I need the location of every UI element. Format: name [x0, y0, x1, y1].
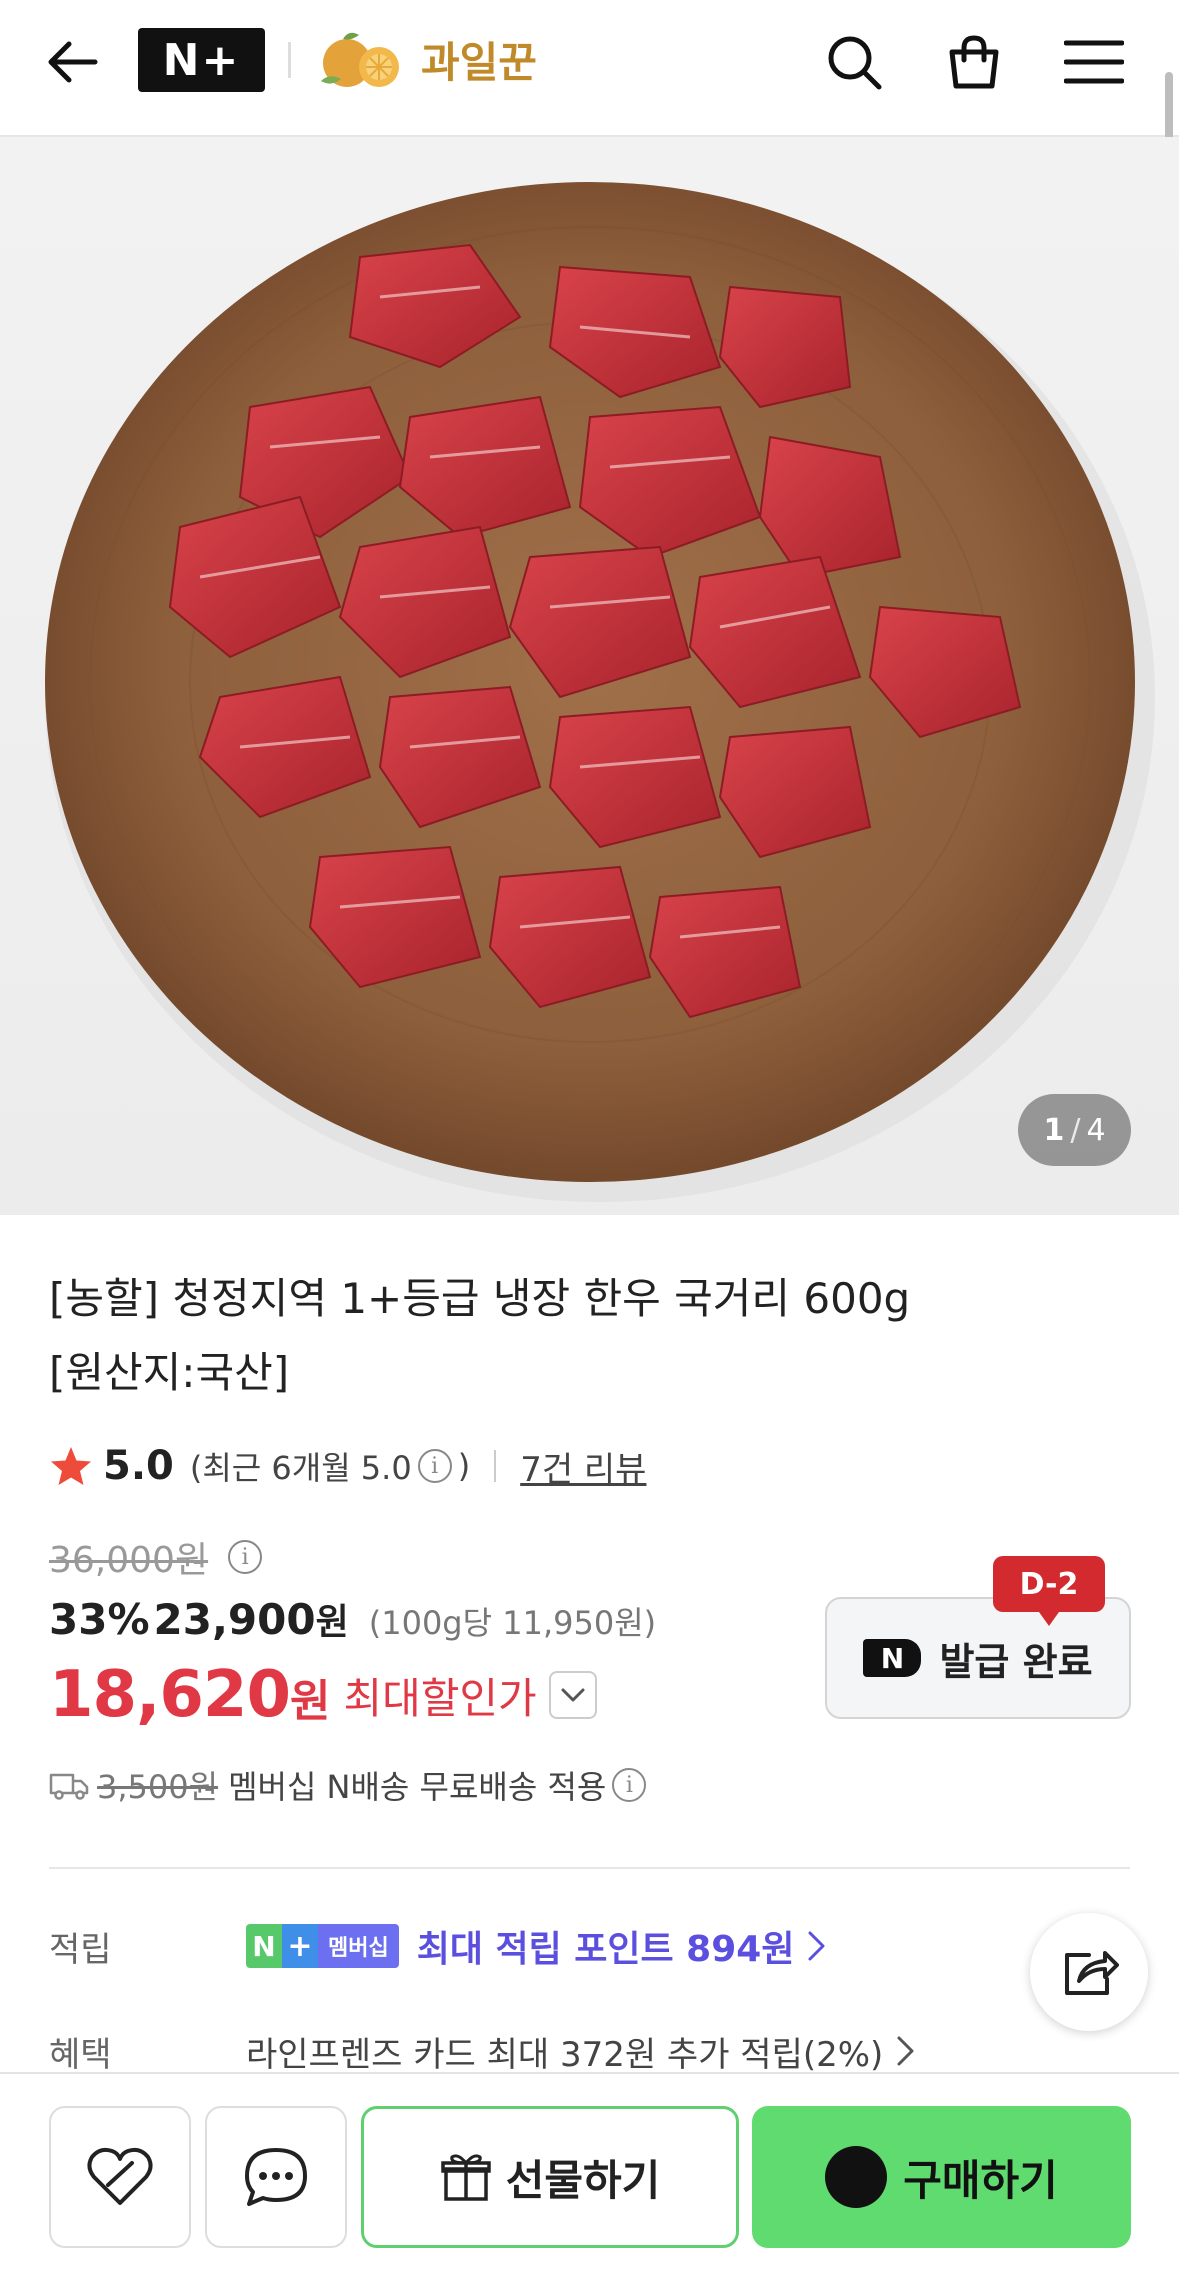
- membership-badge-plus: +: [282, 1924, 318, 1968]
- menu-icon: [1064, 40, 1124, 84]
- shipping-original-fee: 3,500원: [97, 1768, 219, 1806]
- image-counter-current: 1: [1043, 1112, 1065, 1148]
- dday-badge: D-2: [993, 1556, 1105, 1626]
- chevron-right-icon: [808, 1931, 825, 1961]
- gift-button[interactable]: 선물하기: [361, 2106, 739, 2248]
- points-label: 적립: [49, 1929, 112, 1970]
- shipping-info-icon[interactable]: i: [612, 1768, 647, 1802]
- rating-recent: (최근 6개월 5.0: [189, 1449, 412, 1487]
- max-price-unit: 원: [289, 1676, 330, 1727]
- original-price: 36,000원: [49, 1540, 209, 1581]
- product-title: [농할] 청정지역 1+등급 냉장 한우 국거리 600g [원산지:국산]: [49, 1262, 1109, 1410]
- max-points-text: 최대 적립 포인트 894원: [416, 1929, 795, 1970]
- share-icon: [1065, 1951, 1119, 1995]
- heart-icon: [87, 2147, 153, 2205]
- sale-price: 23,900원: [154, 1593, 349, 1645]
- product-image[interactable]: [0, 137, 1179, 1215]
- logo-divider: [288, 42, 291, 78]
- price-info-icon[interactable]: i: [228, 1540, 263, 1574]
- nplus-logo[interactable]: N+: [138, 28, 265, 92]
- max-discount-label: 최대할인가: [343, 1673, 537, 1723]
- store-logo[interactable]: 과일꾼: [313, 24, 537, 94]
- max-discount-price: 18,620원: [49, 1658, 330, 1732]
- original-price-row: 36,000원 i: [49, 1528, 268, 1586]
- shopping-bag-button[interactable]: [940, 28, 1008, 96]
- back-button[interactable]: [40, 30, 104, 94]
- membership-badge-text: 멤버십: [318, 1924, 399, 1968]
- gift-label: 선물하기: [505, 2155, 661, 2205]
- review-link[interactable]: 7건 리뷰: [520, 1442, 646, 1491]
- discount-rate: 33%: [49, 1595, 150, 1644]
- coupon-n-icon: N: [863, 1639, 922, 1677]
- image-counter-separator: /: [1070, 1112, 1081, 1148]
- max-price-number: 18,620: [49, 1658, 291, 1732]
- buy-button[interactable]: N 구매하기: [752, 2106, 1131, 2248]
- arrow-left-icon: [48, 41, 98, 83]
- rating-row: 5.0 (최근 6개월 5.0 i ) 7건 리뷰: [49, 1435, 646, 1497]
- wishlist-button[interactable]: [49, 2106, 191, 2248]
- chevron-right-icon: [897, 2036, 914, 2066]
- rating-divider: [494, 1450, 497, 1482]
- shipping-row: 3,500원 멤버십 N배송 무료배송 적용 i: [49, 1756, 652, 1814]
- store-name: 과일꾼: [421, 37, 537, 87]
- points-row[interactable]: 적립 N + 멤버십 최대 적립 포인트 894원: [49, 1916, 1049, 1976]
- rating-recent-close: ): [457, 1447, 471, 1485]
- menu-button[interactable]: [1060, 28, 1128, 96]
- bottom-action-bar: 선물하기 N 구매하기: [0, 2072, 1179, 2293]
- top-header: N+ 과일꾼: [0, 0, 1179, 137]
- product-title-line1: [농할] 청정지역 1+등급 냉장 한우 국거리 600g: [49, 1274, 911, 1323]
- max-discount-row: 18,620원 최대할인가: [49, 1655, 597, 1735]
- unit-price: (100g당 11,950원): [368, 1604, 657, 1642]
- coupon-label: 발급 완료: [939, 1639, 1093, 1684]
- section-divider: [49, 1867, 1130, 1869]
- benefits-text: 라인프렌즈 카드 최대 372원 추가 적립(2%): [246, 2034, 884, 2075]
- coupon-button[interactable]: N 발급 완료: [825, 1597, 1131, 1719]
- price-dropdown-button[interactable]: [548, 1671, 597, 1719]
- share-button[interactable]: [1030, 1913, 1148, 2031]
- chevron-down-icon: [561, 1688, 585, 1702]
- chat-bubble-icon: [245, 2148, 307, 2206]
- image-counter: 1 / 4: [1018, 1094, 1131, 1166]
- talk-button[interactable]: [205, 2106, 347, 2248]
- info-icon[interactable]: i: [417, 1449, 452, 1483]
- sale-price-number: 23,900: [153, 1595, 316, 1644]
- buy-label: 구매하기: [903, 2155, 1058, 2205]
- membership-badge: N + 멤버십: [246, 1924, 399, 1968]
- delivery-truck-icon: [49, 1773, 89, 1800]
- shipping-text: 멤버십 N배송 무료배송 적용: [228, 1768, 607, 1806]
- fruit-logo-icon: [321, 32, 399, 87]
- sale-price-unit: 원: [315, 1602, 349, 1643]
- search-icon: [828, 36, 882, 90]
- star-icon: [51, 1447, 91, 1485]
- beef-on-board-image: [45, 182, 1155, 1202]
- search-button[interactable]: [820, 28, 888, 96]
- gift-icon: [440, 2154, 491, 2201]
- image-counter-total: 4: [1086, 1112, 1106, 1148]
- sale-price-row: 33% 23,900원 (100g당 11,950원): [49, 1593, 656, 1651]
- naverpay-n-icon: N: [825, 2146, 888, 2208]
- benefits-label: 혜택: [49, 2034, 112, 2075]
- membership-badge-n: N: [246, 1924, 282, 1968]
- product-title-line2: [원산지:국산]: [49, 1348, 290, 1397]
- rating-score: 5.0: [103, 1443, 174, 1489]
- shopping-bag-icon: [949, 35, 999, 89]
